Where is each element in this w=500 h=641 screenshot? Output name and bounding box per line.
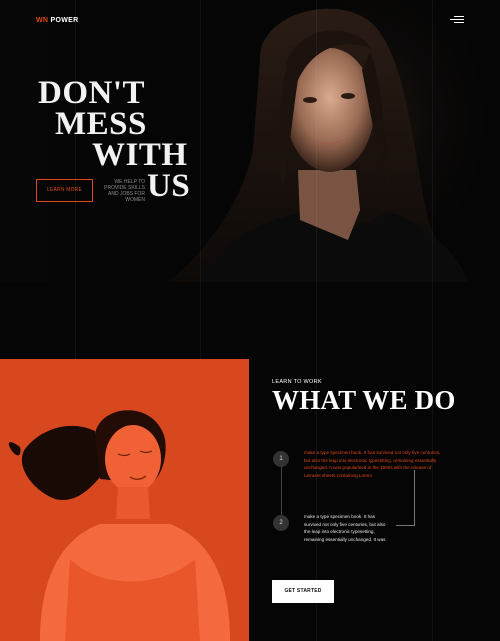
brand-logo-text: POWER xyxy=(48,17,79,24)
step-2-text: make a type specimen book. It has surviv… xyxy=(304,514,386,542)
step-1-text: make a type specimen book. It has surviv… xyxy=(304,450,441,478)
brand-logo-accent: WN xyxy=(36,17,49,24)
step-connector xyxy=(281,466,282,516)
brand-logo[interactable]: WN POWER xyxy=(36,17,78,24)
headline-line-2: MESS xyxy=(55,106,147,142)
hero-tagline: WE HELP TO PROVIDE SKILLS AND JOBS FOR W… xyxy=(104,179,145,203)
orange-portrait-image xyxy=(0,359,249,641)
step-number-2[interactable]: 2 xyxy=(273,515,289,531)
section-title: WHAT WE DO xyxy=(272,385,456,415)
headline-line-4: US xyxy=(147,168,191,204)
hamburger-menu-icon[interactable] xyxy=(450,16,464,24)
step-bracket-decoration xyxy=(396,470,415,526)
step-number-1[interactable]: 1 xyxy=(273,451,289,467)
headline-line-3: WITH xyxy=(92,137,188,173)
learn-more-button[interactable]: LEARN MORE xyxy=(36,179,93,202)
headline-line-1: DON'T xyxy=(38,75,146,111)
get-started-button[interactable]: GET STARTED xyxy=(272,580,334,603)
woman-hair-flip-illustration xyxy=(8,410,230,641)
